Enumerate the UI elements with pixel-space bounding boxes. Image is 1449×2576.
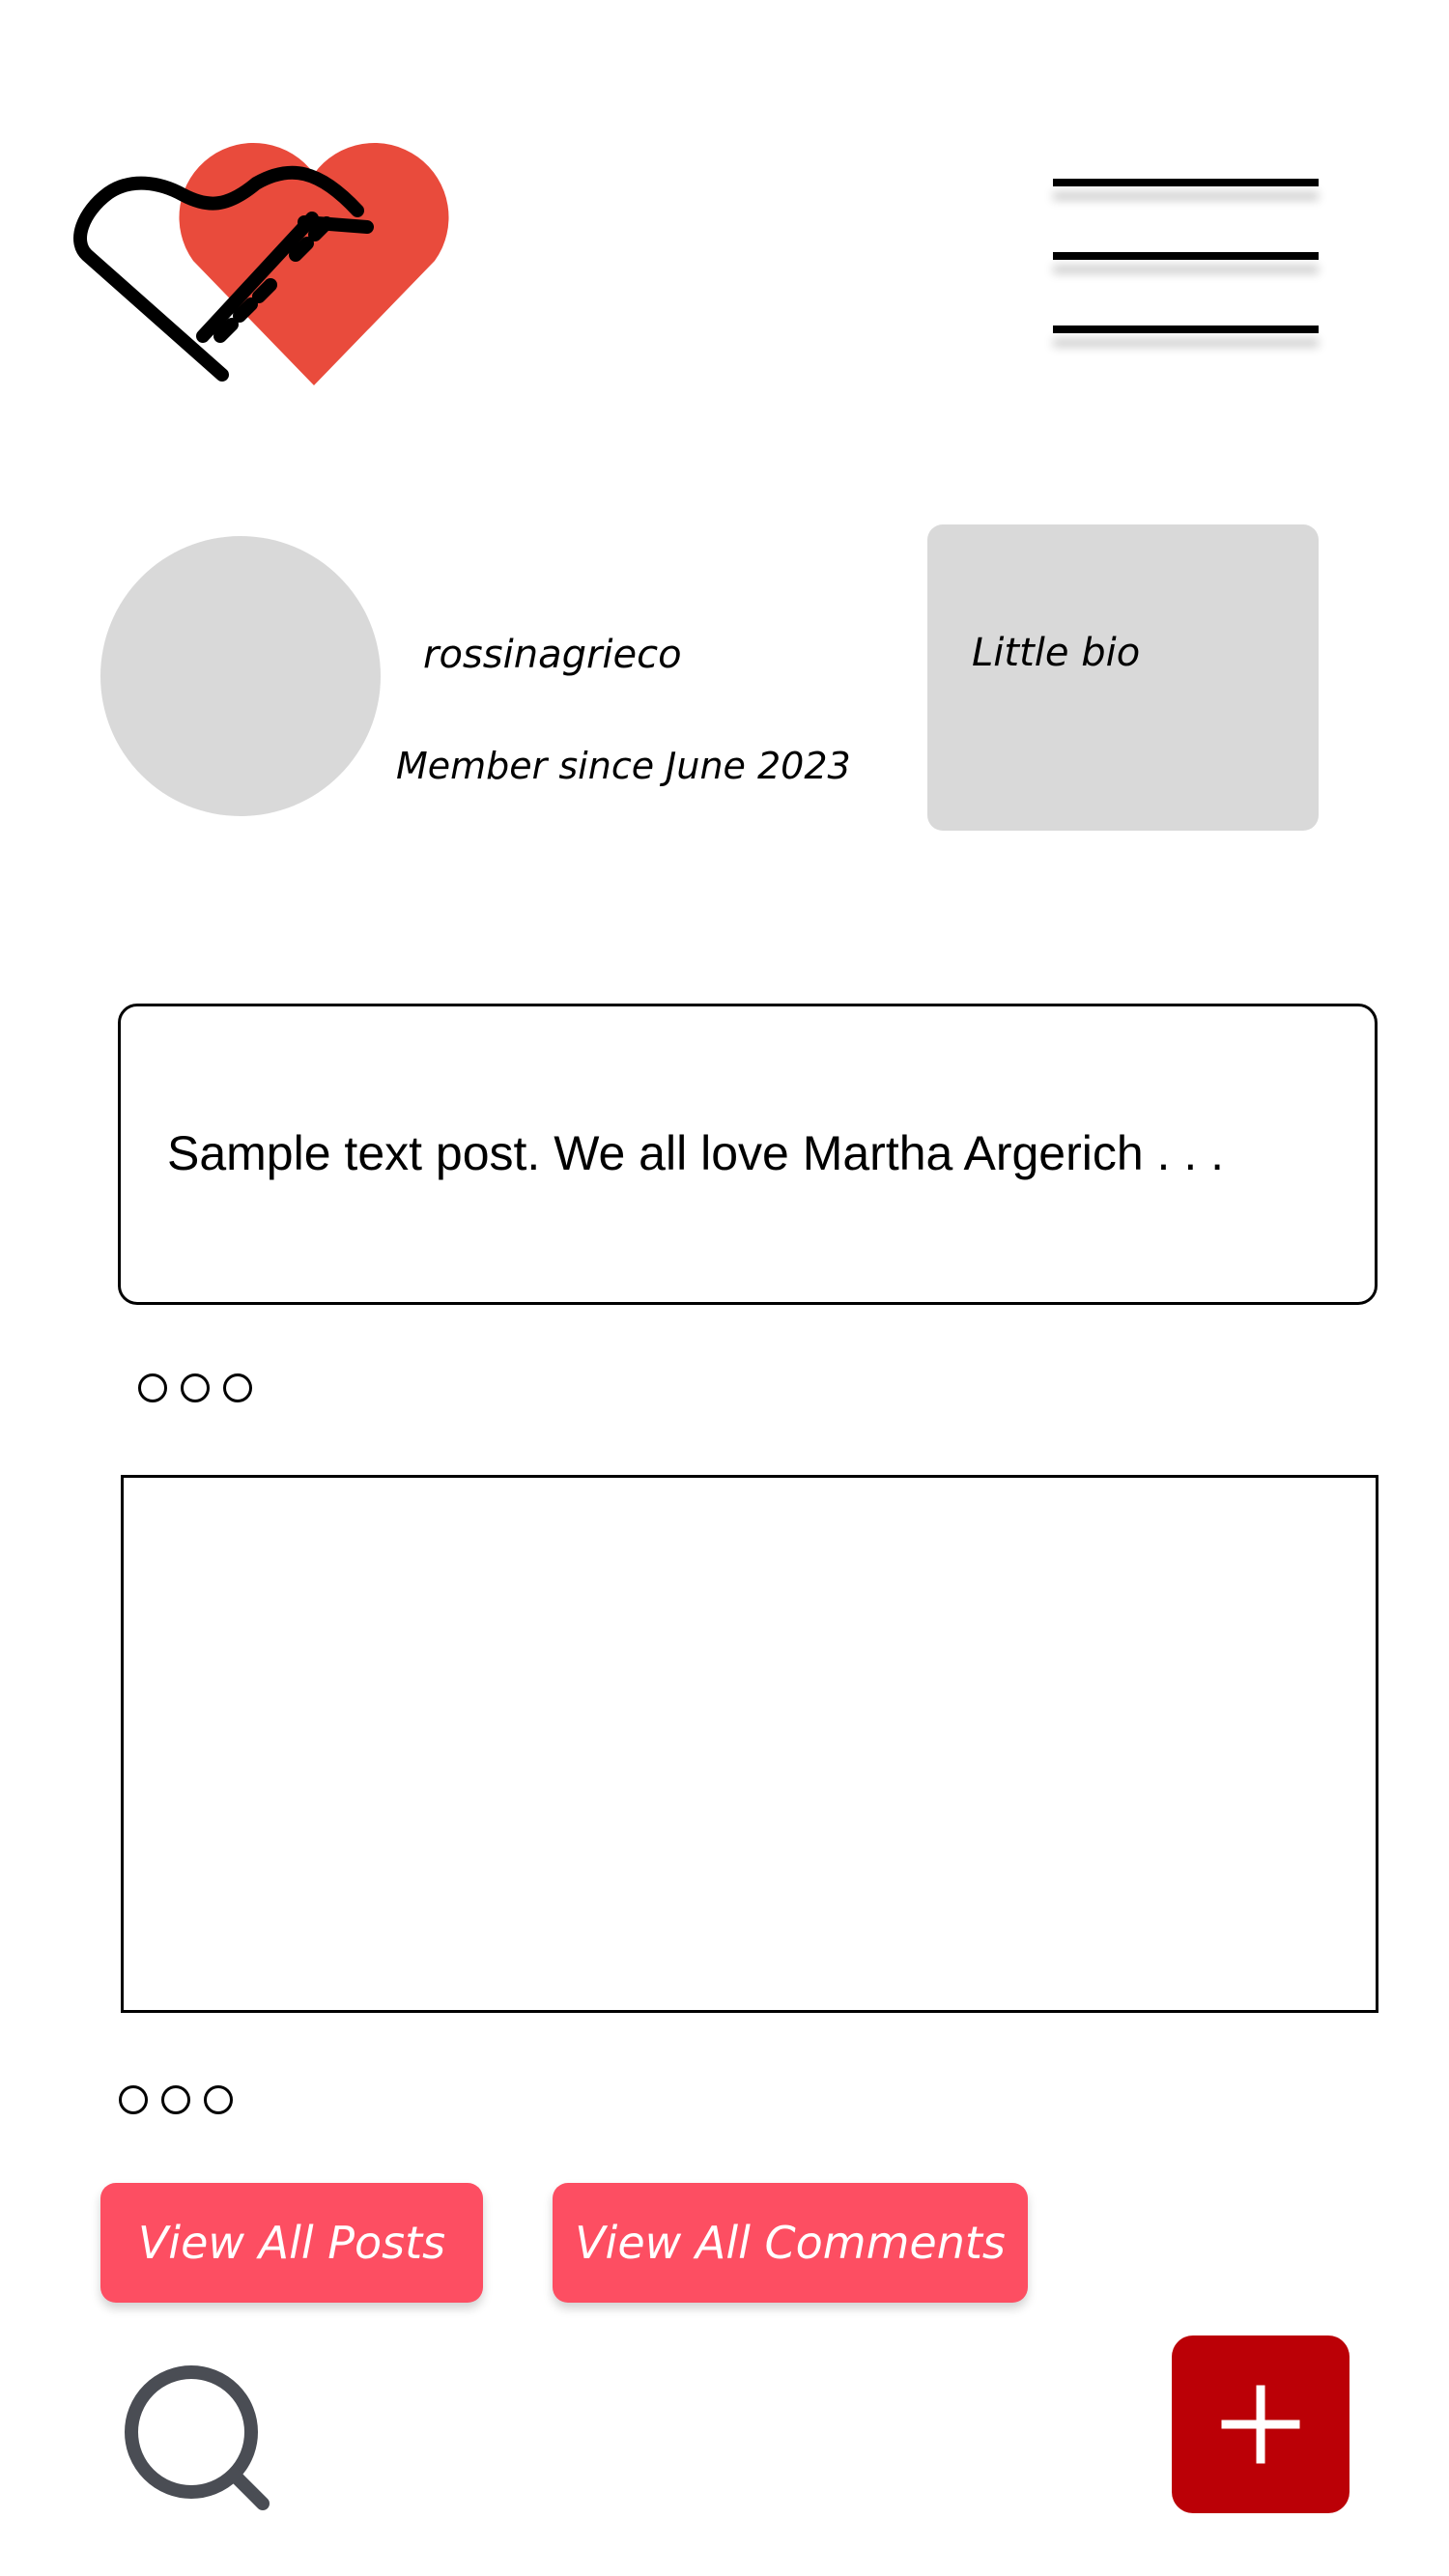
more-dot-icon <box>161 2085 190 2114</box>
more-dot-icon <box>223 1373 252 1402</box>
plus-icon <box>1221 2385 1300 2464</box>
heart-piano-logo-icon <box>73 142 449 385</box>
hamburger-bar <box>1053 179 1319 186</box>
more-dot-icon <box>119 2085 148 2114</box>
username: rossinagrieco <box>423 633 682 677</box>
media-post-card[interactable] <box>121 1475 1378 2013</box>
post-options-button[interactable] <box>138 1373 252 1402</box>
view-all-posts-button[interactable]: View All Posts <box>100 2183 483 2303</box>
search-button[interactable] <box>116 2357 280 2521</box>
app-logo[interactable] <box>68 135 473 406</box>
avatar[interactable] <box>100 536 381 816</box>
member-since: Member since June 2023 <box>396 745 851 787</box>
menu-button[interactable] <box>1053 179 1319 348</box>
hamburger-bar <box>1053 252 1319 260</box>
search-icon <box>125 2365 270 2510</box>
post-options-button[interactable] <box>119 2085 233 2114</box>
text-post-card[interactable]: Sample text post. We all love Martha Arg… <box>118 1004 1378 1305</box>
more-dot-icon <box>204 2085 233 2114</box>
more-dot-icon <box>138 1373 167 1402</box>
add-post-button[interactable] <box>1172 2335 1350 2513</box>
bio-card: Little bio <box>927 524 1319 831</box>
view-all-comments-button[interactable]: View All Comments <box>553 2183 1028 2303</box>
more-dot-icon <box>181 1373 210 1402</box>
hamburger-bar <box>1053 326 1319 333</box>
text-post-content: Sample text post. We all love Martha Arg… <box>167 1126 1224 1180</box>
bio-text: Little bio <box>972 631 1141 675</box>
